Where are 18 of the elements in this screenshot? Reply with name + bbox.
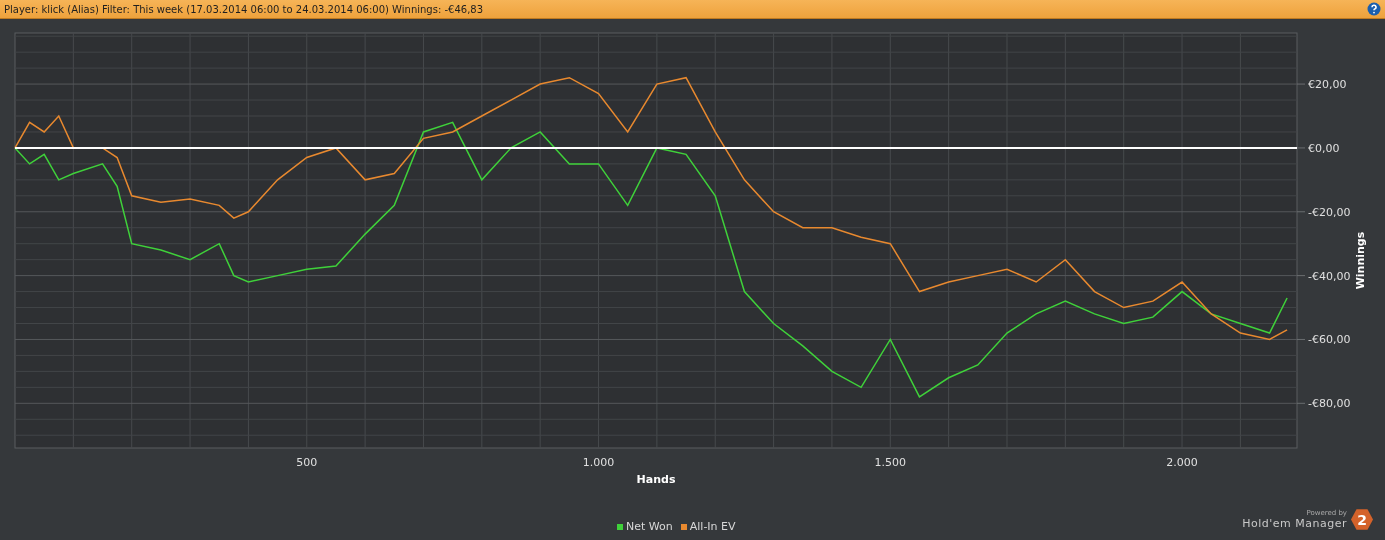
brand-logo: 2 <box>1351 508 1373 531</box>
axis-tick-label: 1.000 <box>582 456 615 469</box>
axis-tick-label: €0,00 <box>1308 141 1340 155</box>
axis-tick-label: 2.000 <box>1166 456 1198 469</box>
axis-tick-label: 500 <box>296 456 318 469</box>
axis-title: Hands <box>636 473 676 486</box>
filter-summary: Player: klick (Alias) Filter: This week (17.03.2014 06:00 to 24.03.2014 06:00) Winnings: -€46,83 <box>4 3 484 15</box>
brand-name: Hold'em Manager <box>1242 517 1347 530</box>
legend-item[interactable]: Net Won <box>617 520 673 533</box>
legend-item[interactable]: All-In EV <box>680 520 736 533</box>
axis-tick-label: 1.500 <box>874 456 907 469</box>
axis-tick-label: -€60,00 <box>1308 333 1351 347</box>
axis-tick-label: -€40,00 <box>1308 269 1351 283</box>
axis-tick-label: €20,00 <box>1308 78 1347 92</box>
help-icon[interactable] <box>1367 2 1381 16</box>
axis-tick-label: -€20,00 <box>1308 205 1351 219</box>
axis-title: Winnings <box>1354 231 1367 290</box>
axis-tick-label: -€80,00 <box>1308 397 1351 411</box>
